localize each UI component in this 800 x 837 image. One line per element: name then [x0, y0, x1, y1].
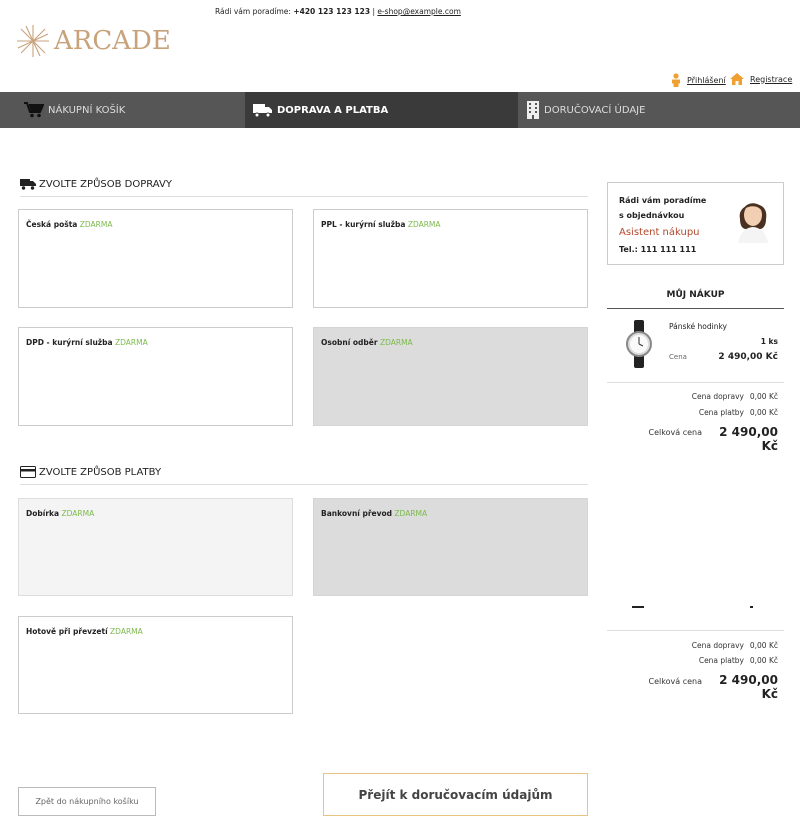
shipping-option-name: Česká pošta	[26, 220, 78, 229]
continue-to-delivery-button[interactable]: Přejít k doručovacím údajům	[323, 773, 588, 816]
assistant-text: Rádi vám poradíme s objednávkou	[619, 196, 707, 220]
payment-option-name: Bankovní převod	[321, 509, 393, 518]
cart-divider	[607, 382, 784, 383]
cart-item-name: Pánské hodinky	[669, 322, 727, 331]
contact-prefix: Rádi vám poradíme:	[215, 7, 291, 16]
assistant-name: Asistent nákupu	[619, 227, 700, 238]
logo-star-icon	[17, 25, 49, 57]
sticky-cart-divider	[607, 630, 784, 631]
shipping-option-osobni-odber[interactable]: Osobní odběr ZDARMA	[313, 327, 588, 426]
cart-icon	[24, 102, 44, 118]
sticky-payment-label: Cena platby	[698, 656, 744, 665]
shipping-option-ceska-posta[interactable]: Česká pošta ZDARMA	[18, 209, 293, 308]
shipping-option-price: ZDARMA	[379, 338, 413, 347]
payment-title-text: Zvolte způsob platby	[39, 466, 162, 478]
register-link[interactable]: Registrace	[750, 75, 792, 84]
sticky-total-value: 2 490,00 Kč	[719, 673, 778, 701]
cart-item-price-label: Cena	[669, 353, 687, 361]
assistant-box: Rádi vám poradíme s objednávkou Asistent…	[607, 182, 784, 265]
cart-title: Můj nákup	[666, 290, 725, 300]
shipping-option-ppl[interactable]: PPL - kurýrní služba ZDARMA	[313, 209, 588, 308]
user-icon	[672, 73, 680, 87]
payment-option-price: ZDARMA	[110, 627, 143, 636]
step-delivery-label: Doručovací údaje	[544, 104, 646, 116]
shipping-option-name: DPD - kurýrní služba	[26, 338, 113, 347]
watch-image	[626, 320, 652, 368]
payment-option-dobirka[interactable]: Dobírka ZDARMA	[18, 498, 293, 596]
payment-option-name: Hotově při převzetí	[26, 627, 108, 636]
cart-payment-value: 0,00 Kč	[749, 408, 778, 417]
payment-option-hotove[interactable]: Hotově při převzetí ZDARMA	[18, 616, 293, 714]
sticky-payment-value: 0,00 Kč	[749, 656, 778, 665]
step-cart[interactable]: Nákupní košík	[0, 92, 245, 128]
cart-payment-label: Cena platby	[698, 408, 744, 417]
step-cart-label: Nákupní košík	[48, 104, 126, 116]
cart-title-line	[607, 308, 784, 309]
cart-shipping-value: 0,00 Kč	[749, 392, 778, 401]
payment-title: Zvolte způsob platby	[20, 466, 161, 478]
truck-icon	[20, 179, 36, 190]
credit-card-icon	[20, 466, 36, 478]
building-icon	[527, 101, 539, 119]
sticky-shipping-label: Cena dopravy	[691, 641, 744, 650]
register-link-wrap[interactable]: Registrace	[730, 73, 792, 85]
step-delivery-details[interactable]: Doručovací údaje	[518, 92, 800, 128]
sticky-summary-fragment	[750, 606, 753, 608]
step-shipping-label: Doprava a platba	[277, 104, 389, 116]
step-shipping-payment[interactable]: Doprava a platba	[245, 92, 518, 128]
shipping-option-name: Osobní odběr	[321, 338, 378, 347]
payment-option-bankovni-prevod[interactable]: Bankovní převod ZDARMA	[313, 498, 588, 596]
login-link[interactable]: Přihlášení	[687, 76, 726, 85]
checkout-steps: Nákupní košík Doprava a platba Doručovac…	[0, 92, 800, 128]
payment-option-price: ZDARMA	[394, 509, 428, 518]
contact-phone: +420 123 123 123	[293, 7, 371, 16]
truck-icon	[253, 104, 272, 118]
contact-email-link[interactable]: e-shop@example.com	[377, 7, 461, 16]
cart-item-price: 2 490,00 Kč	[718, 352, 778, 362]
sticky-total-label: Celková cena	[648, 677, 702, 686]
contact-line: Rádi vám poradíme: +420 123 123 123 | e-…	[215, 7, 461, 16]
back-to-cart-button[interactable]: Zpět do nákupního košíku	[18, 787, 156, 816]
payment-option-name: Dobírka	[26, 509, 60, 518]
shipping-option-price: ZDARMA	[79, 220, 113, 229]
assistant-phone: Tel.: 111 111 111	[619, 245, 697, 254]
shipping-option-price: ZDARMA	[407, 220, 441, 229]
shipping-title-text: Zvolte způsob dopravy	[39, 178, 172, 190]
cart-item-qty: 1 ks	[760, 337, 778, 346]
shipping-option-name: PPL - kurýrní služba	[321, 220, 406, 229]
logo-text: ARCADE	[54, 26, 171, 56]
sticky-shipping-value: 0,00 Kč	[749, 641, 778, 650]
home-icon	[730, 73, 744, 85]
shipping-option-price: ZDARMA	[114, 338, 148, 347]
cart-total-label: Celková cena	[648, 428, 702, 437]
payment-option-price: ZDARMA	[61, 509, 95, 518]
login-link-wrap[interactable]: Přihlášení	[670, 73, 726, 87]
assistant-avatar	[738, 203, 768, 243]
shipping-divider	[20, 196, 588, 197]
payment-divider	[20, 484, 588, 485]
shipping-title: Zvolte způsob dopravy	[20, 178, 172, 190]
sticky-summary-fragment	[632, 606, 644, 608]
cart-total-value: 2 490,00 Kč	[719, 425, 778, 453]
cart-shipping-label: Cena dopravy	[691, 392, 744, 401]
shipping-option-dpd[interactable]: DPD - kurýrní služba ZDARMA	[18, 327, 293, 426]
logo[interactable]: ARCADE	[16, 24, 171, 58]
